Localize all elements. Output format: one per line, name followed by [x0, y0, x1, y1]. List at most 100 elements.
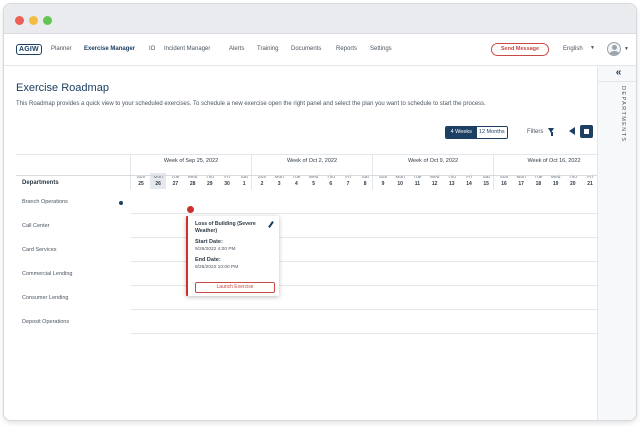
day-number: 12 — [431, 181, 438, 187]
day-number: 15 — [483, 181, 489, 187]
departments-header: Departments — [22, 180, 59, 186]
filter-icon-stem — [550, 132, 553, 136]
header-divider — [16, 175, 611, 176]
department-label: Branch Operations — [22, 199, 68, 205]
day-column-header[interactable]: Thu 29 — [202, 175, 218, 187]
main-content: Exercise Roadmap This Roadmap provides a… — [4, 66, 611, 420]
view-12-months-button[interactable]: 12 Months — [476, 127, 507, 138]
day-number: 5 — [312, 181, 315, 187]
maximize-window-button[interactable] — [43, 16, 52, 25]
day-number: 28 — [189, 181, 196, 187]
day-column-header[interactable]: Sat 1 — [236, 175, 252, 187]
day-column-header[interactable]: Mon 10 — [392, 175, 408, 187]
language-select[interactable]: English — [563, 46, 583, 52]
event-start-value: 9/26/2022 4:00 PM — [195, 247, 236, 252]
day-column-header[interactable]: Wed 5 — [306, 175, 322, 187]
send-message-button[interactable]: Send Message — [491, 43, 549, 56]
department-label: Consumer Lending — [22, 295, 69, 301]
day-number: 3 — [277, 181, 281, 187]
department-row[interactable]: Card Services — [4, 239, 611, 262]
page-title: Exercise Roadmap — [16, 82, 109, 94]
departments-panel: « DEPARTMENTS — [597, 66, 636, 420]
app-logo[interactable]: AGIW — [16, 44, 42, 55]
nav-exercise-manager[interactable]: Exercise Manager — [84, 46, 135, 52]
row-divider — [131, 213, 611, 214]
day-column-header[interactable]: Tue 4 — [288, 175, 304, 187]
day-number: 2 — [260, 181, 264, 187]
day-number: 11 — [414, 181, 421, 187]
day-number: 27 — [172, 181, 179, 187]
launch-exercise-button[interactable]: Launch Exercise — [195, 282, 275, 293]
departments-panel-label[interactable]: DEPARTMENTS — [620, 86, 626, 142]
day-column-header[interactable]: Fri 14 — [461, 175, 477, 187]
event-start-label: Start Date: — [195, 239, 223, 245]
nav-alerts[interactable]: Alerts — [229, 46, 244, 52]
day-column-header[interactable]: Sun 16 — [496, 175, 512, 187]
day-column-header[interactable]: Fri 21 — [582, 175, 598, 187]
day-column-header[interactable]: Sat 15 — [478, 175, 494, 187]
day-column-header[interactable]: Sun 2 — [254, 175, 270, 187]
pencil-icon[interactable] — [268, 221, 274, 228]
event-title: Loss of Building (Severe Weather) — [195, 221, 256, 234]
top-navbar: AGIW Planner Exercise Manager IO Inciden… — [4, 34, 636, 66]
day-column-header[interactable]: Fri 7 — [340, 175, 356, 187]
day-column-header[interactable]: Thu 6 — [323, 175, 339, 187]
day-number: 13 — [449, 181, 455, 187]
department-label: Call Center — [22, 223, 50, 229]
selected-department-indicator — [119, 201, 123, 205]
nav-training[interactable]: Training — [257, 46, 278, 52]
view-toggle: 4 Weeks 12 Months — [445, 126, 508, 139]
user-avatar-icon[interactable] — [607, 42, 621, 56]
day-number: 8 — [363, 181, 367, 187]
filters-label[interactable]: Filters — [527, 129, 543, 135]
day-column-header[interactable]: Wed 19 — [548, 175, 564, 187]
day-column-header[interactable]: Tue 18 — [530, 175, 546, 187]
event-marker[interactable] — [187, 206, 194, 213]
day-number: 18 — [535, 181, 542, 187]
browser-window: AGIW Planner Exercise Manager IO Inciden… — [3, 3, 637, 421]
nav-reports[interactable]: Reports — [336, 46, 357, 52]
close-window-button[interactable] — [15, 16, 24, 25]
day-column-header[interactable]: Sun 9 — [375, 175, 391, 187]
day-column-header[interactable]: Tue 27 — [167, 175, 183, 187]
chevron-left-icon[interactable] — [569, 127, 575, 135]
day-column-header[interactable]: Sat 8 — [357, 175, 373, 187]
department-row[interactable]: Call Center — [4, 215, 611, 238]
nav-planner[interactable]: Planner — [51, 46, 72, 52]
day-number: 25 — [138, 181, 144, 187]
today-button[interactable] — [580, 125, 593, 138]
day-column-header[interactable]: Tue 11 — [409, 175, 425, 187]
department-row[interactable]: Deposit Operations — [4, 311, 611, 334]
nav-incident-manager[interactable]: Incident Manager — [164, 46, 210, 52]
day-column-header[interactable]: Fri 30 — [219, 175, 235, 187]
nav-io[interactable]: IO — [149, 46, 155, 52]
week-label: Week of Oct 16, 2022 — [527, 158, 581, 164]
day-number: 17 — [518, 181, 524, 187]
minimize-window-button[interactable] — [29, 16, 38, 25]
department-row[interactable]: Commercial Lending — [4, 263, 611, 286]
department-row[interactable]: Consumer Lending — [4, 287, 611, 310]
week-label: Week of Oct 9, 2022 — [407, 158, 459, 164]
nav-settings[interactable]: Settings — [370, 46, 392, 52]
day-number: 29 — [207, 181, 213, 187]
day-column-header[interactable]: Sun 25 — [133, 175, 149, 187]
collapse-panel-button[interactable]: « — [598, 66, 636, 82]
department-label: Deposit Operations — [22, 319, 70, 325]
chevron-down-icon[interactable]: ▼ — [590, 45, 595, 51]
row-divider — [131, 309, 611, 310]
department-row[interactable]: Branch Operations — [4, 191, 611, 214]
day-column-header[interactable]: Wed 12 — [427, 175, 443, 187]
day-column-header[interactable]: Thu 13 — [444, 175, 460, 187]
event-end-value: 9/26/2022 10:00 PM — [195, 265, 239, 270]
day-number: 21 — [587, 181, 593, 187]
day-column-header[interactable]: Wed 28 — [185, 175, 201, 187]
day-number: 16 — [501, 181, 507, 187]
day-column-header[interactable]: Thu 20 — [565, 175, 581, 187]
day-column-header[interactable]: Mon 17 — [513, 175, 529, 187]
nav-documents[interactable]: Documents — [291, 46, 321, 52]
view-4-weeks-button[interactable]: 4 Weeks — [446, 127, 477, 138]
chevron-down-icon[interactable]: ▼ — [624, 46, 629, 52]
event-card[interactable]: Loss of Building (Severe Weather) Start … — [186, 216, 279, 296]
day-column-header[interactable]: Mon 3 — [271, 175, 287, 187]
day-number: 19 — [552, 181, 559, 187]
